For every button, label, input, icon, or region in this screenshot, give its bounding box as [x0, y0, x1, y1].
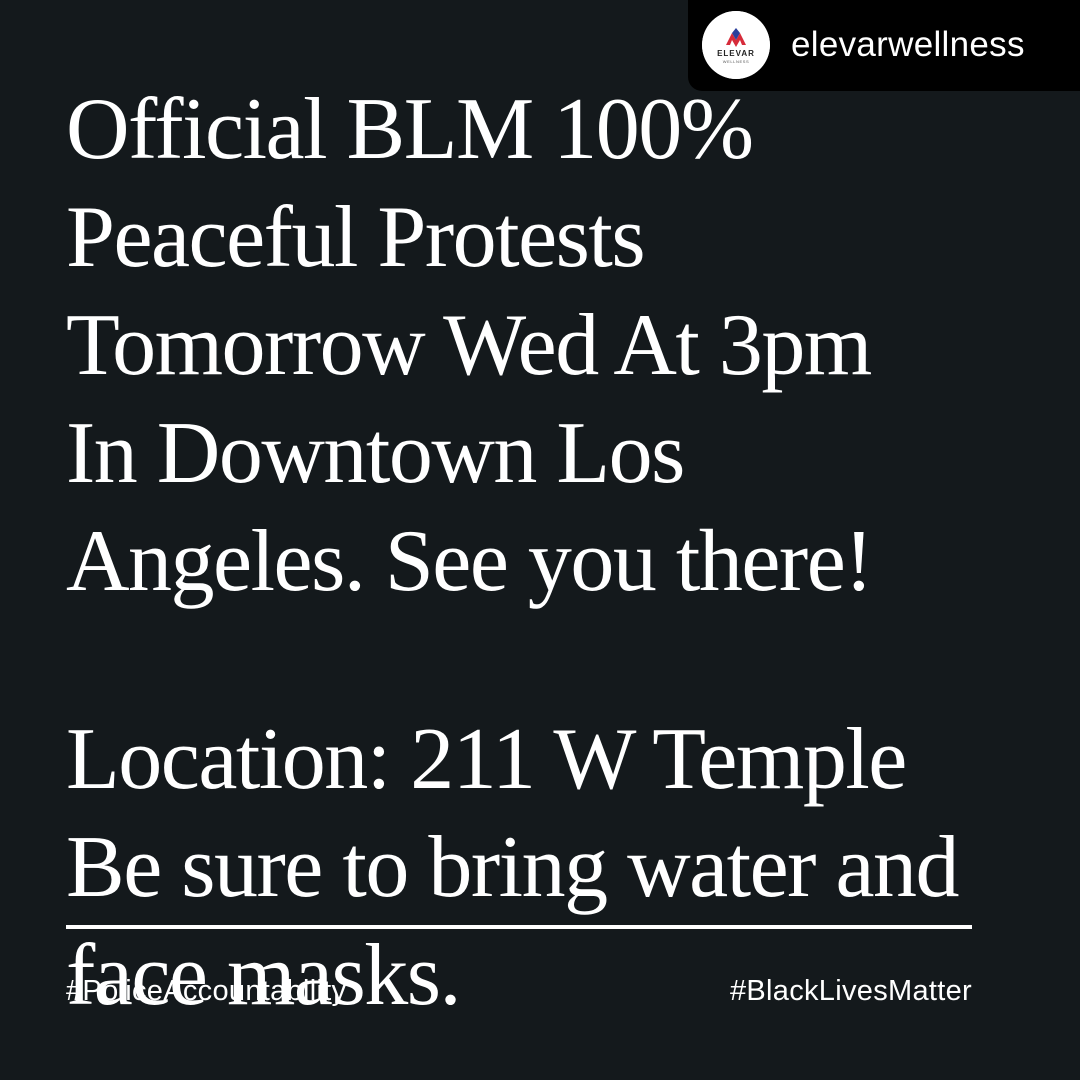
message-line: In Downtown Los	[66, 405, 685, 502]
divider-line	[66, 925, 972, 929]
hashtag-black-lives-matter[interactable]: #BlackLivesMatter	[730, 970, 972, 1012]
avatar[interactable]: ELEVAR WELLNESS	[702, 11, 770, 79]
repost-handle[interactable]: elevarwellness	[791, 22, 1025, 68]
location-line: Be sure to bring water and	[66, 819, 960, 916]
post-canvas: ELEVAR WELLNESS elevarwellness Official …	[0, 0, 1080, 1080]
logo-wordmark: ELEVAR	[717, 49, 755, 58]
logo-subtext: WELLNESS	[723, 59, 750, 64]
hashtag-police-accountability[interactable]: #PoliceAccountability	[66, 970, 346, 1012]
message-line: Tomorrow Wed At 3pm	[66, 297, 872, 394]
announcement-text: Official BLM 100% Peaceful Protests Tomo…	[66, 76, 996, 1030]
message-line: Angeles. See you there!	[66, 513, 874, 610]
elevar-wellness-logo-icon: ELEVAR WELLNESS	[702, 11, 770, 79]
message-line: Official BLM 100%	[66, 81, 754, 178]
location-line: Location: 211 W Temple	[66, 711, 907, 808]
message-line: Peaceful Protests	[66, 189, 646, 286]
